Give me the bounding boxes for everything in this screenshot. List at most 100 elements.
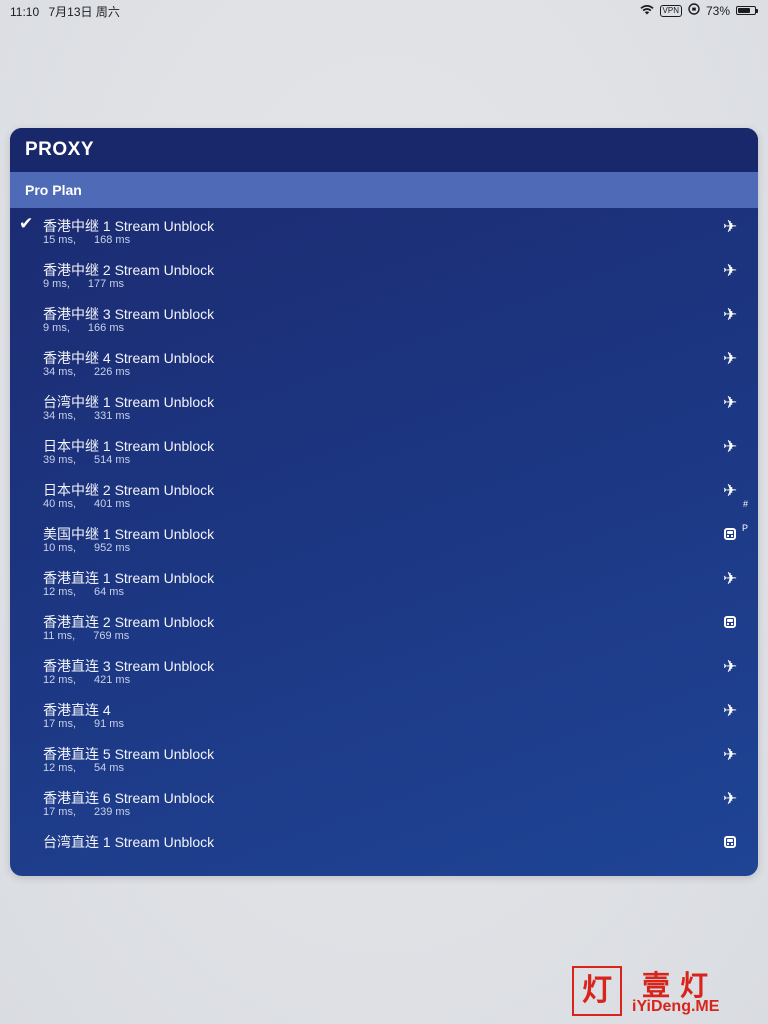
proxy-latency: 40 ms, 401 ms — [43, 498, 130, 510]
proxy-name: 香港直连 1 Stream Unblock — [43, 570, 215, 586]
latency-secondary: 91 ms — [94, 718, 124, 730]
airplane-icon: ✈ # — [720, 481, 748, 509]
watermark-url: iYiDeng.ME — [632, 998, 720, 1015]
latency-primary: 34 ms, — [43, 366, 77, 378]
latency-primary: 10 ms, — [43, 542, 77, 554]
proxy-name: 台湾直连 1 Stream Unblock — [43, 834, 215, 850]
proxy-name: 香港直连 2 Stream Unblock — [43, 614, 215, 630]
airplane-icon: ✈ — [722, 789, 738, 808]
bus-icon — [720, 613, 740, 633]
proxy-name: 香港直连 5 Stream Unblock — [43, 746, 215, 762]
latency-primary: 40 ms, — [43, 498, 77, 510]
latency-primary: 17 ms, — [43, 718, 77, 730]
latency-primary: 12 ms, — [43, 586, 77, 598]
latency-secondary: 168 ms — [94, 234, 131, 246]
proxy-row[interactable]: ✔ 香港中继 1 Stream Unblock 15 ms, 168 ms ✈ — [10, 208, 758, 252]
proxy-name: 日本中继 2 Stream Unblock — [43, 482, 215, 498]
wifi-icon — [639, 4, 654, 18]
proxy-row[interactable]: 日本中继 1 Stream Unblock 39 ms, 514 ms ✈ — [10, 428, 758, 472]
latency-secondary: 226 ms — [94, 366, 131, 378]
proxy-name: 香港中继 2 Stream Unblock — [43, 262, 215, 278]
proxy-name: 香港直连 6 Stream Unblock — [43, 790, 215, 806]
orientation-lock-icon — [688, 3, 700, 18]
icon-superscript: # — [742, 499, 748, 509]
watermark: 灯 壹灯 iYiDeng.ME — [572, 964, 748, 1020]
latency-secondary: 54 ms — [94, 762, 124, 774]
checkmark-icon: ✔ — [19, 214, 34, 233]
proxy-latency: 39 ms, 514 ms — [43, 454, 130, 466]
proxy-name: 台湾中继 1 Stream Unblock — [43, 394, 215, 410]
proxy-latency: 12 ms, 54 ms — [43, 762, 124, 774]
latency-secondary: 166 ms — [87, 322, 124, 334]
latency-secondary: 239 ms — [94, 806, 131, 818]
latency-secondary: 952 ms — [94, 542, 131, 554]
proxy-latency: 11 ms, 769 ms — [43, 630, 129, 642]
bus-icon — [720, 833, 740, 853]
airplane-icon: ✈ — [722, 701, 738, 720]
proxy-name: 香港中继 4 Stream Unblock — [43, 350, 215, 366]
proxy-name: 香港中继 3 Stream Unblock — [43, 306, 215, 322]
proxy-latency: 17 ms, 91 ms — [43, 718, 124, 730]
proxy-latency: 15 ms, 168 ms — [43, 234, 130, 246]
proxy-row[interactable]: 香港直连 5 Stream Unblock 12 ms, 54 ms ✈ — [10, 736, 758, 780]
proxy-latency: 10 ms, 952 ms — [43, 542, 130, 554]
proxy-row[interactable]: 香港直连 1 Stream Unblock 12 ms, 64 ms ✈ — [10, 560, 758, 604]
proxy-row[interactable]: 日本中继 2 Stream Unblock 40 ms, 401 ms ✈ # — [10, 472, 758, 516]
status-time: 11:10 — [10, 5, 40, 19]
proxy-list: ✔ 香港中继 1 Stream Unblock 15 ms, 168 ms ✈ 香港中继 … — [10, 208, 758, 868]
proxy-name: 香港中继 1 Stream Unblock — [43, 218, 215, 234]
proxy-latency: 34 ms, 226 ms — [43, 366, 130, 378]
latency-secondary: 514 ms — [94, 454, 131, 466]
status-date: 7月13日 周六 — [48, 5, 120, 19]
proxy-name: 日本中继 1 Stream Unblock — [43, 438, 215, 454]
battery-percent: 73% — [705, 3, 730, 18]
latency-secondary: 177 ms — [87, 278, 124, 290]
battery-fill — [738, 8, 750, 13]
proxy-latency: 12 ms, 64 ms — [43, 586, 124, 598]
airplane-icon: ✈ — [722, 437, 738, 456]
proxy-panel: PROXY Pro Plan ✔ 香港中继 1 Stream Unblock 15 … — [10, 128, 758, 876]
proxy-row[interactable]: 香港直连 6 Stream Unblock 17 ms, 239 ms ✈ — [10, 780, 758, 824]
proxy-latency: 34 ms, 331 ms — [43, 410, 130, 422]
group-header[interactable]: Pro Plan — [10, 172, 758, 208]
proxy-latency: 9 ms, 166 ms — [43, 322, 124, 334]
latency-primary: 12 ms, — [43, 674, 77, 686]
latency-secondary: 401 ms — [94, 498, 131, 510]
proxy-row[interactable]: 香港直连 2 Stream Unblock 11 ms, 769 ms — [10, 604, 758, 648]
latency-secondary: 769 ms — [93, 630, 130, 642]
panel-title: PROXY — [10, 128, 758, 172]
proxy-name: 香港直连 3 Stream Unblock — [43, 658, 215, 674]
latency-primary: 12 ms, — [43, 762, 77, 774]
status-left: 11:10 7月13日 周六 — [10, 3, 126, 20]
latency-primary: 11 ms, — [43, 630, 76, 642]
proxy-row[interactable]: 香港直连 4 17 ms, 91 ms ✈ — [10, 692, 758, 736]
battery-icon — [736, 6, 758, 15]
proxy-row[interactable]: 台湾直连 1 Stream Unblock — [10, 824, 758, 868]
proxy-latency: 9 ms, 177 ms — [43, 278, 124, 290]
proxy-name: 香港直连 4 — [43, 702, 111, 718]
latency-primary: 9 ms, — [43, 278, 70, 290]
airplane-icon: ✈ — [722, 305, 738, 324]
proxy-row[interactable]: 台湾中继 1 Stream Unblock 34 ms, 331 ms ✈ — [10, 384, 758, 428]
vpn-badge: VPN — [659, 4, 682, 17]
latency-primary: 9 ms, — [43, 322, 70, 334]
proxy-latency: 17 ms, 239 ms — [43, 806, 130, 818]
latency-primary: 17 ms, — [43, 806, 77, 818]
status-bar: 11:10 7月13日 周六 VPN 73% — [0, 0, 768, 20]
proxy-row[interactable]: 香港中继 2 Stream Unblock 9 ms, 177 ms ✈ — [10, 252, 758, 296]
proxy-row[interactable]: 香港中继 3 Stream Unblock 9 ms, 166 ms ✈ — [10, 296, 758, 340]
proxy-row[interactable]: 美国中继 1 Stream Unblock 10 ms, 952 ms P — [10, 516, 758, 560]
airplane-icon: ✈ — [722, 349, 738, 368]
airplane-icon: ✈ — [722, 393, 738, 412]
proxy-row[interactable]: 香港中继 4 Stream Unblock 34 ms, 226 ms ✈ — [10, 340, 758, 384]
airplane-icon: ✈ — [722, 261, 738, 280]
proxy-name: 美国中继 1 Stream Unblock — [43, 526, 215, 542]
latency-primary: 15 ms, — [43, 234, 77, 246]
latency-secondary: 331 ms — [94, 410, 131, 422]
airplane-icon: ✈ — [722, 569, 738, 588]
watermark-logo: 灯 — [572, 966, 622, 1016]
latency-primary: 39 ms, — [43, 454, 77, 466]
proxy-row[interactable]: 香港直连 3 Stream Unblock 12 ms, 421 ms ✈ — [10, 648, 758, 692]
latency-primary: 34 ms, — [43, 410, 77, 422]
proxy-latency: 12 ms, 421 ms — [43, 674, 130, 686]
